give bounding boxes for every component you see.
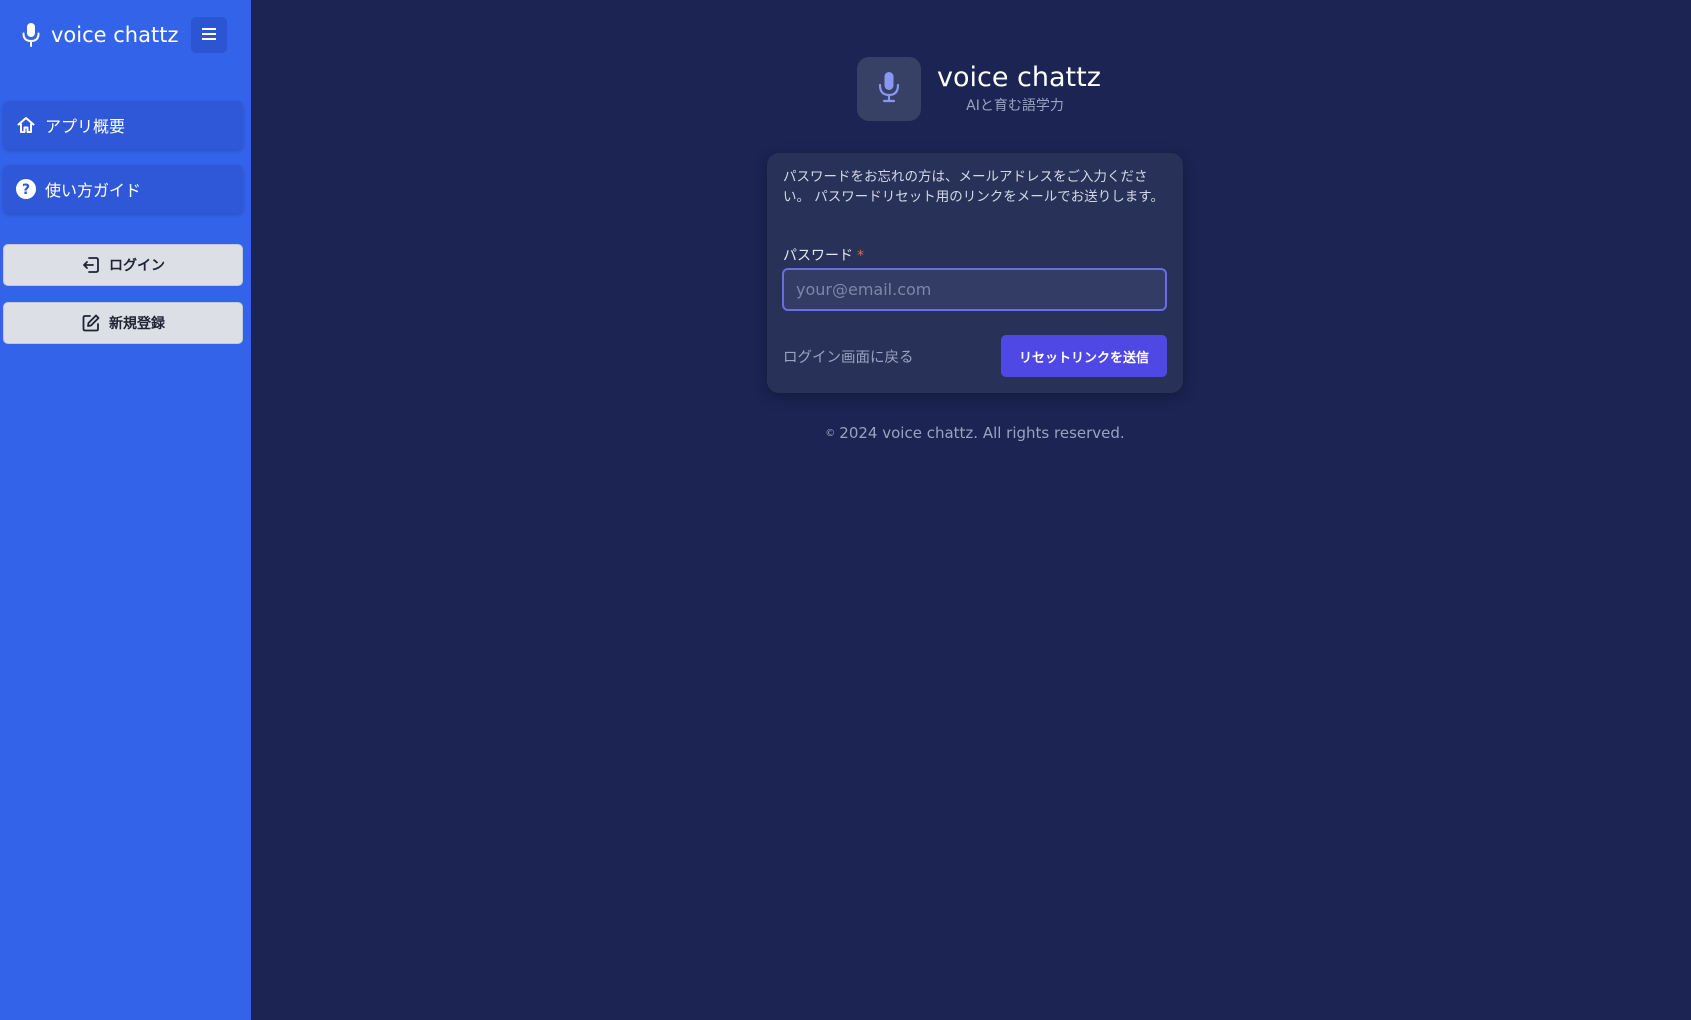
sidebar-item-usage-guide[interactable]: ? 使い方ガイド [3,165,243,213]
send-reset-link-button[interactable]: リセットリンクを送信 [1001,335,1167,377]
sidebar-item-label: 使い方ガイド [45,181,142,200]
app-title: voice chattz [51,23,179,47]
email-field[interactable] [782,268,1167,311]
microphone-icon [20,22,42,48]
help-circle-icon: ? [15,178,37,200]
copyright-symbol: © [825,428,836,439]
field-label-text: パスワード [783,248,853,264]
edit-icon [81,313,101,333]
card-description: パスワードをお忘れの方は、メールアドレスをご入力ください。 パスワードリセット用… [783,169,1164,205]
hamburger-menu-icon [201,26,217,45]
menu-toggle-button[interactable] [191,17,227,53]
svg-text:?: ? [22,182,30,198]
home-icon [15,114,37,136]
sidebar: voice chattz アプリ概要 ? 使い方ガイド ログイン 新規登録 [0,0,251,1020]
sidebar-item-app-overview[interactable]: アプリ概要 [3,101,243,149]
required-mark: * [857,248,864,264]
login-button[interactable]: ログイン [3,244,243,286]
signup-button[interactable]: 新規登録 [3,302,243,344]
back-to-login-link[interactable]: ログイン画面に戻る [783,346,914,367]
signup-button-label: 新規登録 [109,316,165,332]
copyright-text: 2024 voice chattz. All rights reserved. [839,424,1125,442]
brand-subtitle: AIと育む語学力 [966,98,1064,114]
footer: © 2024 voice chattz. All rights reserved. [797,424,1153,442]
microphone-icon [876,70,902,108]
password-reset-card: パスワードをお忘れの方は、メールアドレスをご入力ください。 パスワードリセット用… [767,153,1183,393]
brand-title: voice chattz [937,62,1101,93]
login-button-label: ログイン [109,258,165,274]
sidebar-header: voice chattz [0,0,251,70]
brand-logo [857,57,921,121]
login-icon [81,255,101,275]
sidebar-item-label: アプリ概要 [45,117,126,136]
email-field-label: パスワード * [783,245,864,265]
